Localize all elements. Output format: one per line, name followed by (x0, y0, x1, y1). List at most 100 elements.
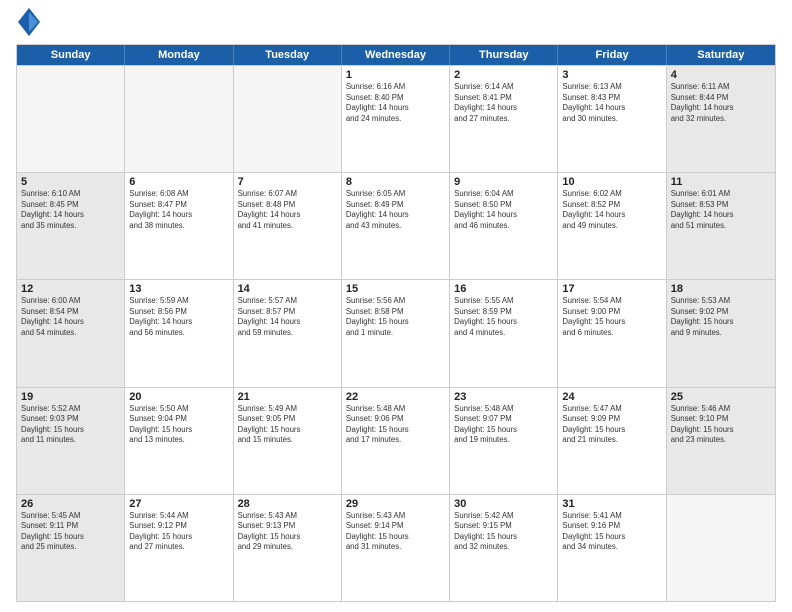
calendar-cell: 8Sunrise: 6:05 AM Sunset: 8:49 PM Daylig… (342, 173, 450, 279)
calendar-cell (667, 495, 775, 601)
day-number: 25 (671, 391, 771, 403)
day-number: 23 (454, 391, 553, 403)
calendar-cell: 6Sunrise: 6:08 AM Sunset: 8:47 PM Daylig… (125, 173, 233, 279)
header-day-friday: Friday (558, 45, 666, 65)
calendar-cell: 9Sunrise: 6:04 AM Sunset: 8:50 PM Daylig… (450, 173, 558, 279)
cell-info: Sunrise: 5:48 AM Sunset: 9:07 PM Dayligh… (454, 404, 553, 446)
calendar-cell: 24Sunrise: 5:47 AM Sunset: 9:09 PM Dayli… (558, 388, 666, 494)
day-number: 8 (346, 176, 445, 188)
day-number: 15 (346, 283, 445, 295)
day-number: 2 (454, 69, 553, 81)
cell-info: Sunrise: 5:59 AM Sunset: 8:56 PM Dayligh… (129, 296, 228, 338)
cell-info: Sunrise: 6:04 AM Sunset: 8:50 PM Dayligh… (454, 189, 553, 231)
cell-info: Sunrise: 5:44 AM Sunset: 9:12 PM Dayligh… (129, 511, 228, 553)
cell-info: Sunrise: 5:50 AM Sunset: 9:04 PM Dayligh… (129, 404, 228, 446)
cell-info: Sunrise: 6:14 AM Sunset: 8:41 PM Dayligh… (454, 82, 553, 124)
cell-info: Sunrise: 6:11 AM Sunset: 8:44 PM Dayligh… (671, 82, 771, 124)
calendar-cell (17, 66, 125, 172)
cell-info: Sunrise: 5:42 AM Sunset: 9:15 PM Dayligh… (454, 511, 553, 553)
header-day-monday: Monday (125, 45, 233, 65)
day-number: 24 (562, 391, 661, 403)
cell-info: Sunrise: 5:43 AM Sunset: 9:13 PM Dayligh… (238, 511, 337, 553)
cell-info: Sunrise: 6:10 AM Sunset: 8:45 PM Dayligh… (21, 189, 120, 231)
day-number: 9 (454, 176, 553, 188)
day-number: 5 (21, 176, 120, 188)
day-number: 20 (129, 391, 228, 403)
header-day-wednesday: Wednesday (342, 45, 450, 65)
cell-info: Sunrise: 6:05 AM Sunset: 8:49 PM Dayligh… (346, 189, 445, 231)
calendar-cell: 1Sunrise: 6:16 AM Sunset: 8:40 PM Daylig… (342, 66, 450, 172)
calendar-cell: 28Sunrise: 5:43 AM Sunset: 9:13 PM Dayli… (234, 495, 342, 601)
day-number: 17 (562, 283, 661, 295)
day-number: 14 (238, 283, 337, 295)
day-number: 31 (562, 498, 661, 510)
day-number: 16 (454, 283, 553, 295)
day-number: 28 (238, 498, 337, 510)
cell-info: Sunrise: 5:49 AM Sunset: 9:05 PM Dayligh… (238, 404, 337, 446)
cell-info: Sunrise: 5:56 AM Sunset: 8:58 PM Dayligh… (346, 296, 445, 338)
calendar-cell (234, 66, 342, 172)
calendar-cell: 31Sunrise: 5:41 AM Sunset: 9:16 PM Dayli… (558, 495, 666, 601)
day-number: 13 (129, 283, 228, 295)
calendar-cell: 21Sunrise: 5:49 AM Sunset: 9:05 PM Dayli… (234, 388, 342, 494)
calendar-cell: 4Sunrise: 6:11 AM Sunset: 8:44 PM Daylig… (667, 66, 775, 172)
day-number: 11 (671, 176, 771, 188)
day-number: 21 (238, 391, 337, 403)
day-number: 7 (238, 176, 337, 188)
logo-icon (18, 8, 40, 36)
calendar-cell: 19Sunrise: 5:52 AM Sunset: 9:03 PM Dayli… (17, 388, 125, 494)
day-number: 19 (21, 391, 120, 403)
calendar-cell: 26Sunrise: 5:45 AM Sunset: 9:11 PM Dayli… (17, 495, 125, 601)
cell-info: Sunrise: 5:43 AM Sunset: 9:14 PM Dayligh… (346, 511, 445, 553)
cell-info: Sunrise: 6:08 AM Sunset: 8:47 PM Dayligh… (129, 189, 228, 231)
cell-info: Sunrise: 6:07 AM Sunset: 8:48 PM Dayligh… (238, 189, 337, 231)
calendar-cell: 27Sunrise: 5:44 AM Sunset: 9:12 PM Dayli… (125, 495, 233, 601)
cell-info: Sunrise: 5:52 AM Sunset: 9:03 PM Dayligh… (21, 404, 120, 446)
calendar-cell: 23Sunrise: 5:48 AM Sunset: 9:07 PM Dayli… (450, 388, 558, 494)
calendar-cell: 7Sunrise: 6:07 AM Sunset: 8:48 PM Daylig… (234, 173, 342, 279)
calendar-row-0: 1Sunrise: 6:16 AM Sunset: 8:40 PM Daylig… (17, 65, 775, 172)
calendar-cell: 30Sunrise: 5:42 AM Sunset: 9:15 PM Dayli… (450, 495, 558, 601)
calendar-cell: 5Sunrise: 6:10 AM Sunset: 8:45 PM Daylig… (17, 173, 125, 279)
cell-info: Sunrise: 6:00 AM Sunset: 8:54 PM Dayligh… (21, 296, 120, 338)
day-number: 6 (129, 176, 228, 188)
calendar-row-2: 12Sunrise: 6:00 AM Sunset: 8:54 PM Dayli… (17, 279, 775, 386)
cell-info: Sunrise: 5:53 AM Sunset: 9:02 PM Dayligh… (671, 296, 771, 338)
header-day-saturday: Saturday (667, 45, 775, 65)
header-day-sunday: Sunday (17, 45, 125, 65)
calendar-row-1: 5Sunrise: 6:10 AM Sunset: 8:45 PM Daylig… (17, 172, 775, 279)
calendar-row-4: 26Sunrise: 5:45 AM Sunset: 9:11 PM Dayli… (17, 494, 775, 601)
calendar-cell: 16Sunrise: 5:55 AM Sunset: 8:59 PM Dayli… (450, 280, 558, 386)
calendar: SundayMondayTuesdayWednesdayThursdayFrid… (16, 44, 776, 602)
cell-info: Sunrise: 5:45 AM Sunset: 9:11 PM Dayligh… (21, 511, 120, 553)
header-day-thursday: Thursday (450, 45, 558, 65)
calendar-cell: 11Sunrise: 6:01 AM Sunset: 8:53 PM Dayli… (667, 173, 775, 279)
day-number: 27 (129, 498, 228, 510)
header (16, 12, 776, 36)
day-number: 12 (21, 283, 120, 295)
day-number: 18 (671, 283, 771, 295)
cell-info: Sunrise: 5:46 AM Sunset: 9:10 PM Dayligh… (671, 404, 771, 446)
calendar-cell: 20Sunrise: 5:50 AM Sunset: 9:04 PM Dayli… (125, 388, 233, 494)
calendar-cell: 13Sunrise: 5:59 AM Sunset: 8:56 PM Dayli… (125, 280, 233, 386)
calendar-body: 1Sunrise: 6:16 AM Sunset: 8:40 PM Daylig… (17, 65, 775, 601)
cell-info: Sunrise: 5:47 AM Sunset: 9:09 PM Dayligh… (562, 404, 661, 446)
day-number: 10 (562, 176, 661, 188)
day-number: 30 (454, 498, 553, 510)
calendar-cell (125, 66, 233, 172)
calendar-cell: 3Sunrise: 6:13 AM Sunset: 8:43 PM Daylig… (558, 66, 666, 172)
cell-info: Sunrise: 5:48 AM Sunset: 9:06 PM Dayligh… (346, 404, 445, 446)
calendar-cell: 17Sunrise: 5:54 AM Sunset: 9:00 PM Dayli… (558, 280, 666, 386)
calendar-cell: 25Sunrise: 5:46 AM Sunset: 9:10 PM Dayli… (667, 388, 775, 494)
calendar-cell: 15Sunrise: 5:56 AM Sunset: 8:58 PM Dayli… (342, 280, 450, 386)
header-day-tuesday: Tuesday (234, 45, 342, 65)
calendar-cell: 14Sunrise: 5:57 AM Sunset: 8:57 PM Dayli… (234, 280, 342, 386)
cell-info: Sunrise: 6:13 AM Sunset: 8:43 PM Dayligh… (562, 82, 661, 124)
logo (16, 12, 40, 36)
calendar-cell: 29Sunrise: 5:43 AM Sunset: 9:14 PM Dayli… (342, 495, 450, 601)
calendar-cell: 2Sunrise: 6:14 AM Sunset: 8:41 PM Daylig… (450, 66, 558, 172)
calendar-header: SundayMondayTuesdayWednesdayThursdayFrid… (17, 45, 775, 65)
calendar-cell: 10Sunrise: 6:02 AM Sunset: 8:52 PM Dayli… (558, 173, 666, 279)
cell-info: Sunrise: 6:16 AM Sunset: 8:40 PM Dayligh… (346, 82, 445, 124)
day-number: 26 (21, 498, 120, 510)
